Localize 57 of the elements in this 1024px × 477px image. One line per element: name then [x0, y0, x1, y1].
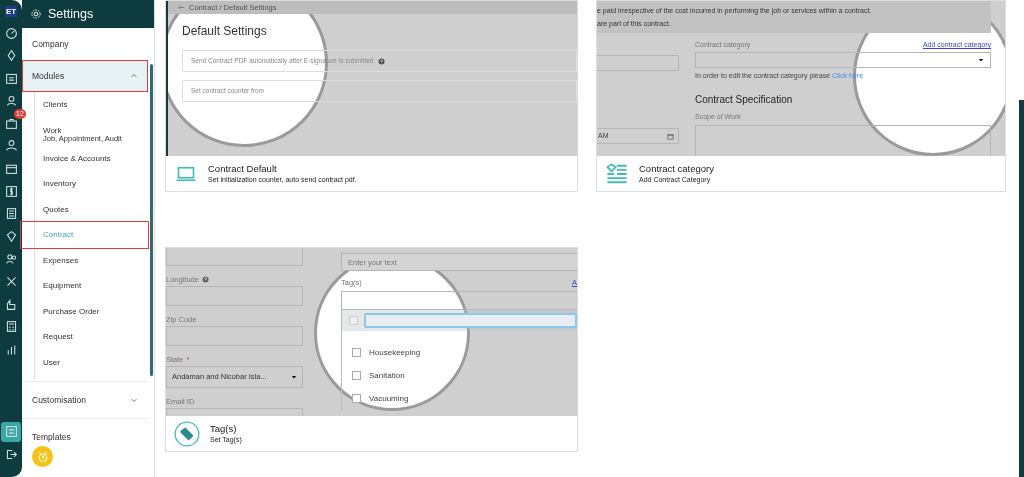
checkbox[interactable]	[349, 316, 358, 325]
sidebar-item[interactable]: Templates	[22, 421, 148, 453]
tools-icon[interactable]	[4, 275, 18, 289]
option-item[interactable]: Sanitation	[342, 364, 577, 387]
settings-card[interactable]	[165, 0, 578, 192]
sidebar-item[interactable]: Customisation	[22, 384, 148, 416]
caret-down-icon	[291, 374, 297, 380]
checkbox[interactable]	[352, 394, 361, 403]
option-item[interactable]: Housekeeping	[342, 341, 577, 364]
sidebar-item[interactable]: Modules	[22, 60, 148, 92]
person-icon[interactable]	[4, 139, 18, 153]
logout-icon[interactable]	[4, 447, 18, 461]
help-icon	[378, 57, 386, 65]
card-title: Contract Default	[208, 162, 278, 175]
scrollbar-thumb[interactable]	[1019, 100, 1024, 477]
tag-icon	[174, 420, 200, 447]
submenu-item[interactable]: Quotes	[35, 196, 148, 222]
chevron-down-icon	[130, 396, 138, 404]
submenu-item[interactable]: Equipment	[35, 273, 148, 299]
briefcase-icon[interactable]	[4, 116, 18, 130]
submenu-item[interactable]: Request	[35, 324, 148, 350]
section-heading: Contract Specification	[695, 92, 794, 107]
submenu-item[interactable]: Invoice & Accounts	[35, 145, 148, 171]
option-item[interactable]: Vacuuming	[342, 387, 577, 410]
diamond-icon[interactable]	[4, 49, 18, 63]
people-icon[interactable]	[4, 252, 18, 266]
app-logo[interactable]: ET	[4, 6, 18, 17]
calendar-icon	[667, 132, 674, 140]
scrollbar-thumb[interactable]	[150, 64, 153, 376]
submenu-item[interactable]: Clients	[35, 92, 148, 118]
chevron-up-icon	[130, 72, 138, 80]
search-input[interactable]	[364, 313, 577, 328]
submenu-item[interactable]: Inventory	[35, 171, 148, 197]
checkbox[interactable]	[352, 348, 361, 357]
gem-icon[interactable]	[4, 229, 18, 243]
submenu-item[interactable]: Expenses	[35, 247, 148, 273]
calculator-icon[interactable]	[4, 320, 18, 334]
caret-down-icon	[978, 57, 984, 63]
submenu-item[interactable]: User	[35, 349, 148, 375]
settings-icon	[30, 8, 42, 20]
preview-heading: Default Settings	[181, 23, 268, 40]
calendar-icon[interactable]	[4, 71, 18, 85]
dollar-icon[interactable]	[4, 184, 18, 198]
folder-icon[interactable]	[4, 162, 18, 176]
card-title: Tag(s)	[210, 422, 238, 435]
submenu-item[interactable]: Purchase Order	[35, 298, 148, 324]
gauge-icon[interactable]	[4, 26, 18, 40]
settings-card[interactable]	[596, 0, 1006, 192]
alarm-clock-icon	[36, 450, 49, 463]
checkbox[interactable]	[352, 371, 361, 380]
card-title: Contract category	[639, 162, 714, 175]
person-pin-icon[interactable]	[4, 94, 18, 108]
list-icon[interactable]	[4, 207, 18, 221]
sidebar-item[interactable]: Company	[22, 28, 148, 60]
category-list-icon	[605, 162, 629, 185]
panel-title: Settings	[48, 5, 94, 23]
select-field[interactable]	[695, 52, 991, 68]
